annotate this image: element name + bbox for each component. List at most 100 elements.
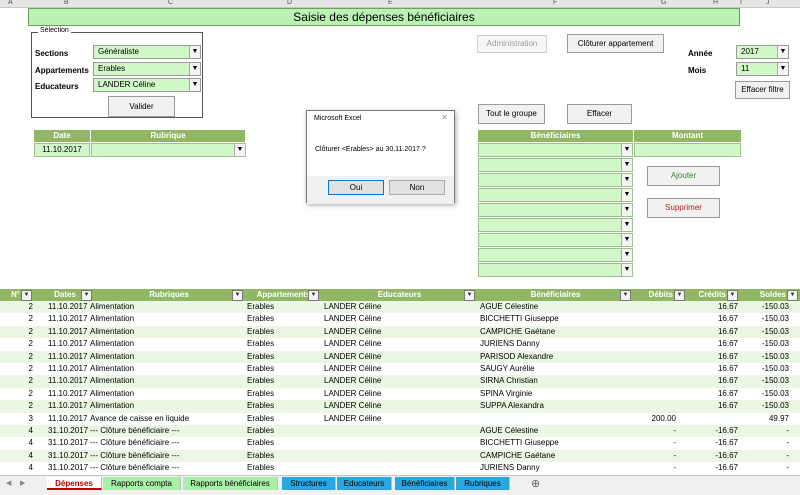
sheet-tab[interactable]: Rapports bénéficiaires xyxy=(183,477,278,490)
chevron-down-icon[interactable]: ▼ xyxy=(189,63,200,75)
table-cell[interactable]: --- Clôture bénéficiaire --- xyxy=(90,437,245,449)
table-cell[interactable]: Alimentation xyxy=(90,363,245,375)
table-cell[interactable]: Avance de caisse en liquide xyxy=(90,413,245,425)
table-cell[interactable]: LANDER Céline xyxy=(324,363,477,375)
table-cell[interactable]: Erables xyxy=(247,363,322,375)
table-cell[interactable]: 49.97 xyxy=(741,413,789,425)
table-cell[interactable]: SPINA Virginie xyxy=(480,388,630,400)
category-combo[interactable]: ▼ xyxy=(91,143,246,157)
table-cell[interactable]: Alimentation xyxy=(90,301,245,313)
table-cell[interactable]: - xyxy=(634,437,676,449)
table-cell[interactable]: Erables xyxy=(247,351,322,363)
scroll-left-icon[interactable]: ◀ xyxy=(6,479,11,487)
filter-dropdown-icon[interactable]: ▼ xyxy=(232,290,243,301)
table-cell[interactable]: --- Clôture bénéficiaire --- xyxy=(90,425,245,437)
table-cell[interactable]: -16.67 xyxy=(688,450,738,462)
filter-dropdown-icon[interactable]: ▼ xyxy=(674,290,685,301)
column-letter[interactable]: C xyxy=(168,0,173,6)
apartments-combo[interactable]: Erables ▼ xyxy=(93,62,201,76)
column-letter[interactable]: B xyxy=(64,0,69,6)
table-cell[interactable]: BICCHETTI Giuseppe xyxy=(480,437,630,449)
table-cell[interactable]: -150.03 xyxy=(741,313,789,325)
table-cell[interactable]: 2 xyxy=(0,313,33,325)
table-cell[interactable]: - xyxy=(741,462,789,474)
table-cell[interactable]: - xyxy=(741,450,789,462)
table-cell[interactable]: LANDER Céline xyxy=(324,338,477,350)
table-cell[interactable]: LANDER Céline xyxy=(324,351,477,363)
table-row[interactable]: 4 31.10.2017 --- Clôture bénéficiaire --- E… xyxy=(0,449,800,463)
table-cell[interactable]: Erables xyxy=(247,413,322,425)
table-cell[interactable]: -150.03 xyxy=(741,351,789,363)
table-cell[interactable]: 4 xyxy=(0,462,33,474)
table-cell[interactable]: -150.03 xyxy=(741,301,789,313)
table-row[interactable]: 3 11.10.2017 Avance de caisse en liquide Er… xyxy=(0,413,800,425)
no-button[interactable]: Non xyxy=(389,180,445,195)
table-row[interactable]: 2 11.10.2017 Alimentation Erables LANDER Cél… xyxy=(0,363,800,375)
table-cell[interactable]: - xyxy=(634,425,676,437)
add-sheet-icon[interactable]: ⊕ xyxy=(531,477,540,490)
table-cell[interactable]: CAMPICHE Gaétane xyxy=(480,450,630,462)
table-cell[interactable]: - xyxy=(634,462,676,474)
table-cell[interactable]: JURIENS Danny xyxy=(480,462,630,474)
sheet-tab[interactable]: Structures xyxy=(282,477,336,490)
chevron-down-icon[interactable]: ▼ xyxy=(621,234,632,246)
beneficiary-combo[interactable]: ▼ xyxy=(478,248,633,262)
chevron-down-icon[interactable]: ▼ xyxy=(234,144,245,156)
chevron-down-icon[interactable]: ▼ xyxy=(189,79,200,91)
close-apartment-button[interactable]: Clôturer appartement xyxy=(567,34,664,53)
table-cell[interactable]: Alimentation xyxy=(90,351,245,363)
column-letter[interactable]: G xyxy=(661,0,666,6)
sheet-tab[interactable]: Dépenses xyxy=(47,477,102,490)
table-row[interactable]: 2 11.10.2017 Alimentation Erables LANDER Cél… xyxy=(0,375,800,388)
table-cell[interactable]: -16.67 xyxy=(688,437,738,449)
beneficiary-combo[interactable]: ▼ xyxy=(478,173,633,187)
table-cell[interactable]: BICCHETTI Giuseppe xyxy=(480,313,630,325)
table-cell[interactable]: -150.03 xyxy=(741,388,789,400)
table-cell[interactable]: Erables xyxy=(247,450,322,462)
table-cell[interactable]: -150.03 xyxy=(741,400,789,412)
table-cell[interactable]: 4 xyxy=(0,425,33,437)
table-cell[interactable]: 2 xyxy=(0,375,33,387)
chevron-down-icon[interactable]: ▼ xyxy=(621,264,632,276)
beneficiary-combo[interactable]: ▼ xyxy=(478,233,633,247)
amount-input[interactable] xyxy=(634,143,741,157)
table-cell[interactable]: Erables xyxy=(247,301,322,313)
column-letter[interactable]: H xyxy=(713,0,718,6)
table-cell[interactable]: --- Clôture bénéficiaire --- xyxy=(90,462,245,474)
table-cell[interactable]: Alimentation xyxy=(90,375,245,387)
table-cell[interactable]: - xyxy=(634,450,676,462)
chevron-down-icon[interactable]: ▼ xyxy=(777,63,788,75)
table-cell[interactable]: Alimentation xyxy=(90,326,245,338)
chevron-down-icon[interactable]: ▼ xyxy=(621,144,632,156)
table-cell[interactable]: Erables xyxy=(247,313,322,325)
table-cell[interactable]: 16.67 xyxy=(688,338,738,350)
chevron-down-icon[interactable]: ▼ xyxy=(189,46,200,58)
table-cell[interactable]: Alimentation xyxy=(90,313,245,325)
clear-button[interactable]: Effacer xyxy=(567,104,632,124)
table-cell[interactable]: -16.67 xyxy=(688,425,738,437)
table-cell[interactable]: SAUGY Aurélie xyxy=(480,363,630,375)
table-cell[interactable]: --- Clôture bénéficiaire --- xyxy=(90,450,245,462)
date-input[interactable]: 11.10.2017 xyxy=(34,143,90,157)
table-cell[interactable]: Alimentation xyxy=(90,388,245,400)
beneficiary-combo[interactable]: ▼ xyxy=(478,188,633,202)
table-cell[interactable]: Erables xyxy=(247,375,322,387)
table-cell[interactable]: 2 xyxy=(0,326,33,338)
table-cell[interactable]: LANDER Céline xyxy=(324,301,477,313)
table-cell[interactable]: -16.67 xyxy=(688,462,738,474)
chevron-down-icon[interactable]: ▼ xyxy=(621,174,632,186)
table-cell[interactable]: 16.67 xyxy=(688,388,738,400)
table-cell[interactable]: 16.67 xyxy=(688,301,738,313)
table-row[interactable]: 2 11.10.2017 Alimentation Erables LANDER Cél… xyxy=(0,313,800,325)
beneficiary-combo[interactable]: ▼ xyxy=(478,218,633,232)
table-cell[interactable]: LANDER Céline xyxy=(324,388,477,400)
table-cell[interactable]: 16.67 xyxy=(688,351,738,363)
all-group-button[interactable]: Tout le groupe xyxy=(478,104,545,124)
chevron-down-icon[interactable]: ▼ xyxy=(621,204,632,216)
filter-dropdown-icon[interactable]: ▼ xyxy=(81,290,92,301)
table-cell[interactable]: SUPPA Alexandra xyxy=(480,400,630,412)
table-row[interactable]: 2 11.10.2017 Alimentation Erables LANDER Cél… xyxy=(0,388,800,400)
table-cell[interactable]: 4 xyxy=(0,437,33,449)
table-cell[interactable]: Erables xyxy=(247,388,322,400)
table-row[interactable]: 4 31.10.2017 --- Clôture bénéficiaire --- E… xyxy=(0,462,800,474)
